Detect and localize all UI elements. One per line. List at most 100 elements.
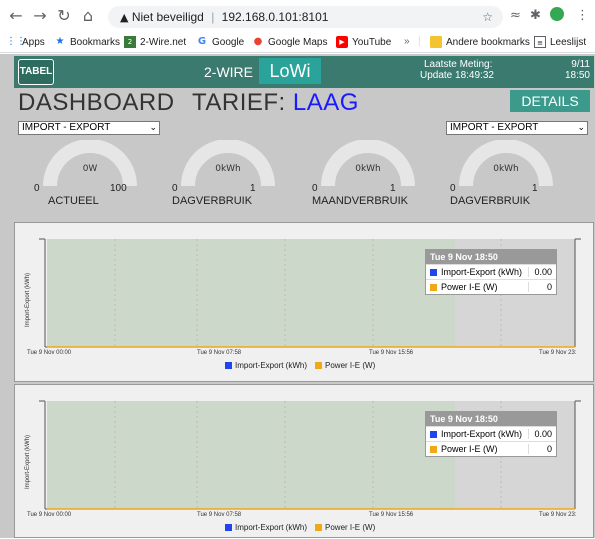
select-left[interactable]: IMPORT - EXPORT ⌄: [18, 121, 160, 135]
legend-swatch-import: [225, 362, 232, 369]
folder-icon: [430, 36, 442, 48]
gauge-max: 100: [110, 183, 127, 194]
gauge-dagverbruik: 0kWh 0 1 DAGVERBRUIK: [168, 140, 288, 212]
reading-list-icon: ≡: [534, 36, 546, 48]
legend-item[interactable]: Power I-E (W): [325, 361, 375, 370]
profile-avatar[interactable]: [550, 7, 564, 21]
y-axis-label: Import-Export (kWh): [25, 272, 31, 327]
gauge-value: 0kWh: [215, 164, 241, 174]
select-right[interactable]: IMPORT - EXPORT ⌄: [446, 121, 588, 135]
chart-plot: [39, 238, 581, 348]
chart-legend: Import-Export (kWh) Power I-E (W): [217, 361, 375, 370]
chart-legend: Import-Export (kWh) Power I-E (W): [217, 523, 375, 532]
tabel-button[interactable]: TABEL: [18, 59, 54, 85]
more-bookmarks-chevron[interactable]: »: [404, 36, 410, 47]
gauge-max: 1: [390, 183, 396, 194]
gauge-value: 0kWh: [355, 164, 381, 174]
legend-swatch-import: [225, 524, 232, 531]
gauge-max: 1: [532, 183, 538, 194]
gauge-actueel: 0W 0 100 ACTUEEL: [30, 140, 150, 212]
tooltip-series-value: 0.00: [528, 267, 556, 277]
x-tick: Tue 9 Nov 23:: [539, 512, 577, 518]
bookmark-leeslijst[interactable]: ≡ Leeslijst: [534, 36, 586, 48]
tooltip-header: Tue 9 Nov 18:50: [426, 412, 556, 426]
gauge-min: 0: [34, 183, 40, 194]
chart-panel-2[interactable]: Import-Export (kWh) Tue 9 Nov 00:00 Tue …: [14, 384, 594, 538]
app-area: TABEL 2-WIRE LoWi Laatste Meting: Update…: [0, 54, 595, 538]
tarief-value: LAAG: [292, 89, 359, 116]
top-bar: TABEL 2-WIRE LoWi Laatste Meting: Update…: [14, 56, 594, 88]
apps-grid-icon: ⋮⋮: [6, 36, 26, 47]
wire-label: 2-WIRE: [204, 64, 253, 80]
tooltip-series-name: Power I-E (W): [441, 282, 498, 292]
gauge-value: 0W: [82, 164, 98, 174]
gauge-min: 0: [312, 183, 318, 194]
bookmark-youtube[interactable]: ▶ YouTube: [336, 36, 391, 48]
last-measurement: Laatste Meting: Update 18:49:32: [420, 59, 494, 81]
bookmark-bookmarks[interactable]: ★ Bookmarks: [54, 36, 121, 48]
tooltip-series-name: Import-Export (kWh): [441, 267, 523, 277]
2wire-icon: 2: [124, 36, 136, 48]
current-datetime: 9/11 18:50: [564, 59, 590, 81]
x-tick: Tue 9 Nov 15:56: [369, 350, 414, 356]
gauge-dagverbruik-2: 0kWh 0 1 DAGVERBRUIK: [446, 140, 566, 212]
home-icon[interactable]: ⌂: [78, 6, 98, 26]
url-text: 192.168.0.101:8101: [221, 10, 329, 24]
tooltip-series-value: 0: [528, 282, 556, 292]
x-tick: Tue 9 Nov 23:: [539, 350, 577, 356]
gauge-min: 0: [450, 183, 456, 194]
address-bar[interactable]: ▲ Niet beveiligd | 192.168.0.101:8101 ☆: [108, 6, 503, 28]
gauge-min: 0: [172, 183, 178, 194]
x-tick: Tue 9 Nov 15:56: [369, 512, 414, 518]
bookmark-google-maps[interactable]: ● Google Maps: [252, 36, 328, 48]
legend-swatch-power: [315, 524, 323, 531]
lowi-label: LoWi: [259, 58, 321, 84]
chart-day-band: [47, 401, 455, 509]
gauge-value: 0kWh: [493, 164, 519, 174]
gauge-label: DAGVERBRUIK: [450, 195, 531, 207]
x-tick: Tue 9 Nov 00:00: [27, 512, 72, 518]
chart-plot: [39, 400, 581, 510]
chart-day-band: [47, 239, 455, 347]
menu-icon[interactable]: ⋮: [576, 8, 589, 23]
tooltip-series-name: Import-Export (kWh): [441, 429, 523, 439]
legend-swatch-power: [315, 362, 323, 369]
browser-toolbar: ← → ↻ ⌂ ▲ Niet beveiligd | 192.168.0.101…: [0, 0, 595, 33]
gauge-label: MAANDVERBRUIK: [312, 195, 408, 207]
google-icon: G: [197, 36, 207, 47]
gauge-label: ACTUEEL: [48, 195, 99, 207]
reload-icon[interactable]: ↻: [54, 6, 74, 26]
puzzle-icon[interactable]: ✱: [530, 8, 541, 23]
gauge-maandverbruik: 0kWh 0 1 MAANDVERBRUIK: [308, 140, 428, 212]
details-button[interactable]: DETAILS: [510, 90, 590, 112]
gauge-label: DAGVERBRUIK: [172, 195, 253, 207]
bookmark-andere[interactable]: Andere bookmarks: [430, 36, 530, 48]
youtube-icon: ▶: [336, 36, 348, 48]
chart-tooltip: Tue 9 Nov 18:50 Import-Export (kWh) 0.00 …: [425, 411, 557, 457]
warning-icon: ▲: [120, 11, 129, 24]
forward-arrow-icon[interactable]: →: [30, 6, 50, 26]
chart-panel-1[interactable]: Import-Export (kWh) Tue 9 Nov 00:00 Tue …: [14, 222, 594, 382]
legend-item[interactable]: Import-Export (kWh): [235, 523, 307, 532]
bookmark-google[interactable]: G Google: [196, 36, 244, 48]
page-title: DASHBOARD: [18, 89, 175, 116]
bookmark-apps[interactable]: ⋮⋮ Apps: [6, 36, 45, 48]
back-arrow-icon[interactable]: ←: [6, 6, 26, 26]
extension-icon[interactable]: ≈: [510, 8, 521, 23]
chevron-down-icon: ⌄: [577, 123, 585, 133]
chevron-down-icon: ⌄: [149, 123, 157, 133]
tooltip-series-value: 0.00: [528, 429, 556, 439]
x-tick: Tue 9 Nov 07:58: [197, 512, 242, 518]
legend-item[interactable]: Import-Export (kWh): [235, 361, 307, 370]
tarief-display: TARIEF: LAAG: [192, 89, 359, 116]
chart-tooltip: Tue 9 Nov 18:50 Import-Export (kWh) 0.00 …: [425, 249, 557, 295]
security-label: Niet beveiligd: [131, 10, 204, 24]
x-tick: Tue 9 Nov 07:58: [197, 350, 242, 356]
gauge-max: 1: [250, 183, 256, 194]
star-icon[interactable]: ☆: [482, 6, 493, 28]
bookmark-2wire[interactable]: 2 2-Wire.net: [124, 36, 186, 48]
legend-item[interactable]: Power I-E (W): [325, 523, 375, 532]
tooltip-series-name: Power I-E (W): [441, 444, 498, 454]
y-axis-label: Import-Export (kWh): [25, 434, 31, 489]
bookmarks-bar: ⋮⋮ Apps ★ Bookmarks 2 2-Wire.net G Google ● G…: [0, 33, 595, 53]
